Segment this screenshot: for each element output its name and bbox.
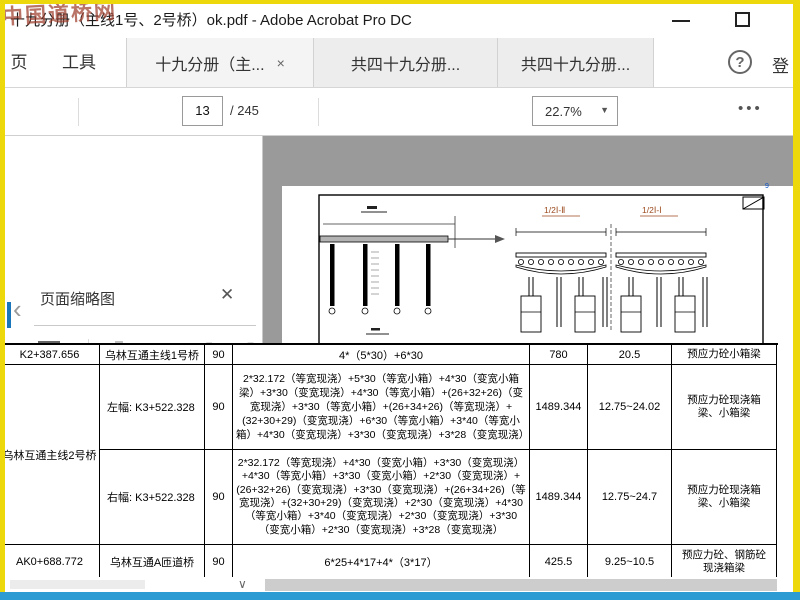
window-border-bottom xyxy=(0,592,800,600)
sign-in-button[interactable]: 登 xyxy=(772,52,800,77)
document-canvas[interactable]: 9 1/2Ⅰ-Ⅱ 1/2Ⅰ-Ⅰ xyxy=(263,136,800,345)
cell-length: 1489.344 xyxy=(530,450,588,545)
pdf-page-drawing: 9 1/2Ⅰ-Ⅱ 1/2Ⅰ-Ⅰ xyxy=(318,183,769,345)
cell-length: 780 xyxy=(530,345,588,365)
tab-home[interactable]: 页 xyxy=(0,38,38,87)
page-corner-note: 9 xyxy=(765,183,769,190)
cell-span: 2*32.172（等宽现浇）+5*30（等宽小箱）+4*30（变宽小箱梁）+3*… xyxy=(233,365,530,450)
cell-width: 9.25~10.5 xyxy=(588,545,672,579)
page-number-input[interactable]: 13 xyxy=(182,96,223,126)
section-label: 1/2Ⅰ-Ⅰ xyxy=(642,205,662,215)
document-tab-label: 共四十九分册... xyxy=(520,56,631,74)
bottom-scroll-area: ∨ xyxy=(0,577,800,592)
zoom-level-value: 22.7% xyxy=(545,104,582,119)
cell-bridge-name: 乌林互通主线2号桥 xyxy=(0,365,100,545)
cell-type: 预应力砼小箱梁 xyxy=(672,345,777,365)
cell-type: 预应力砼现浇箱梁、小箱梁 xyxy=(672,450,777,545)
document-tab-3[interactable]: 共四十九分册... xyxy=(498,38,654,87)
cell-load: 90 xyxy=(205,545,233,579)
document-hscrollbar-thumb[interactable] xyxy=(265,579,777,591)
tab-bar: 页 工具 十九分册（主... × 共四十九分册... 共四十九分册... ? 登 xyxy=(0,38,800,88)
panel-active-indicator xyxy=(7,302,11,328)
cell-load: 90 xyxy=(205,345,233,365)
cell-station: 右幅: K3+522.328 xyxy=(100,450,205,545)
chevron-down-icon: ▼ xyxy=(600,105,609,115)
panel-title: 页面缩略图 xyxy=(40,291,116,308)
more-tools-button[interactable]: ••• xyxy=(738,100,763,117)
cell-length: 1489.344 xyxy=(530,365,588,450)
cell-span: 4*（5*30）+6*30 xyxy=(233,345,530,365)
cell-span: 2*32.172（等宽现浇）+4*30（变宽小箱）+3*30（变宽现浇）+4*3… xyxy=(233,450,530,545)
tab-close-icon[interactable]: × xyxy=(277,55,285,71)
cell-length: 425.5 xyxy=(530,545,588,579)
cell-span: 6*25+4*17+4*（3*17） xyxy=(233,545,530,579)
cell-bridge-name: 乌林互通A匝道桥 xyxy=(100,545,205,579)
scroll-down-icon[interactable]: ∨ xyxy=(238,577,247,591)
zoom-level-dropdown[interactable]: 22.7% ▼ xyxy=(532,96,618,126)
page-total-label: / 245 xyxy=(230,103,259,118)
cell-station: K2+387.656 xyxy=(0,345,100,365)
section-label: 1/2Ⅰ-Ⅱ xyxy=(544,205,565,215)
tab-tools[interactable]: 工具 xyxy=(50,38,108,87)
divider xyxy=(34,325,256,326)
panel-hscrollbar[interactable] xyxy=(10,580,145,589)
close-icon[interactable]: ✕ xyxy=(220,285,234,305)
document-tab-label: 共四十九分册... xyxy=(350,56,461,74)
document-tab-active[interactable]: 十九分册（主... × xyxy=(126,38,314,87)
cell-station: AK0+688.772 xyxy=(0,545,100,579)
bridge-data-table: K2+387.656 乌林互通主线1号桥 90 4*（5*30）+6*30 78… xyxy=(0,343,778,579)
minimize-button[interactable] xyxy=(672,20,690,22)
cell-station: 左幅: K3+522.328 xyxy=(100,365,205,450)
document-tab-label: 十九分册（主... xyxy=(155,56,265,74)
help-icon[interactable]: ? xyxy=(728,50,752,74)
cell-type: 预应力砼、钢筋砼现浇箱梁 xyxy=(672,545,777,579)
cell-width: 20.5 xyxy=(588,345,672,365)
cell-load: 90 xyxy=(205,450,233,545)
panel-collapse-icon[interactable]: ‹ xyxy=(13,294,22,325)
title-bar: 十九分册（主线1号、2号桥）ok.pdf - Adobe Acrobat Pro… xyxy=(0,0,800,38)
maximize-button[interactable] xyxy=(735,12,750,27)
cell-width: 12.75~24.7 xyxy=(588,450,672,545)
cell-width: 12.75~24.02 xyxy=(588,365,672,450)
cell-type: 预应力砼现浇箱梁、小箱梁 xyxy=(672,365,777,450)
cell-load: 90 xyxy=(205,365,233,450)
main-toolbar: ↑ ↓ 13 / 245 − + 22.7% ▼ ••• xyxy=(0,88,800,212)
document-tab-2[interactable]: 共四十九分册... xyxy=(314,38,498,87)
cell-bridge-name: 乌林互通主线1号桥 xyxy=(100,345,205,365)
